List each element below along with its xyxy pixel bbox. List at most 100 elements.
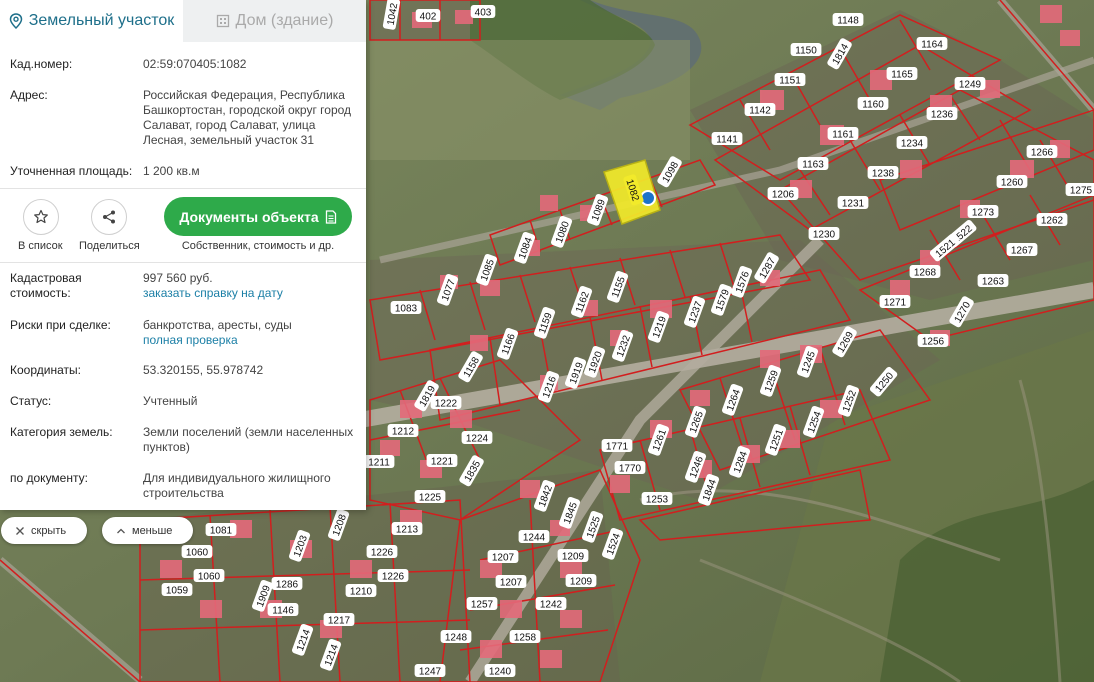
plot-label[interactable]: 1150 bbox=[790, 43, 822, 57]
plot-label[interactable]: 1275 bbox=[1065, 183, 1094, 197]
area-row: Уточненная площадь: 1 200 кв.м bbox=[0, 164, 366, 179]
plot-label[interactable]: 1271 bbox=[879, 295, 911, 309]
plot-label[interactable]: 1160 bbox=[857, 97, 889, 111]
info-panel: Земельный участок Дом (здание) Кад.номер… bbox=[0, 0, 366, 510]
plot-label[interactable]: 1081 bbox=[205, 523, 237, 537]
favorite-button[interactable] bbox=[23, 199, 59, 235]
cad-number-link[interactable]: 02:59:070405:1082 bbox=[143, 57, 356, 72]
tab-building-label: Дом (здание) bbox=[235, 12, 334, 29]
less-button[interactable]: меньше bbox=[102, 517, 193, 544]
plot-label-text: 1148 bbox=[837, 16, 859, 27]
plot-label[interactable]: 1248 bbox=[440, 630, 472, 644]
plot-label[interactable]: 1231 bbox=[837, 196, 869, 210]
plot-label[interactable]: 1059 bbox=[161, 583, 193, 597]
plot-label[interactable]: 1266 bbox=[1026, 145, 1058, 159]
plot-label[interactable]: 1226 bbox=[377, 569, 409, 583]
full-check-link[interactable]: полная проверка bbox=[143, 333, 356, 348]
plot-label[interactable]: 1212 bbox=[387, 424, 419, 438]
plot-label-text: 1234 bbox=[901, 139, 924, 150]
plot-label[interactable]: 1770 bbox=[614, 461, 646, 475]
plot-label[interactable]: 1224 bbox=[461, 431, 493, 445]
plot-label[interactable]: 1207 bbox=[495, 575, 527, 589]
plot-label[interactable]: 1213 bbox=[391, 522, 423, 536]
plot-label[interactable]: 1209 bbox=[565, 574, 597, 588]
plot-label[interactable]: 1226 bbox=[366, 545, 398, 559]
documents-button[interactable]: Документы объекта bbox=[164, 197, 352, 236]
plot-label[interactable]: 1242 bbox=[535, 597, 567, 611]
plot-label[interactable]: 1268 bbox=[909, 265, 941, 279]
plot-label[interactable]: 1258 bbox=[509, 630, 541, 644]
plot-label-text: 1059 bbox=[166, 586, 189, 597]
plot-label[interactable]: 1230 bbox=[808, 227, 840, 241]
plot-label[interactable]: 1141 bbox=[711, 132, 743, 146]
plot-label[interactable]: 1161 bbox=[827, 127, 859, 141]
close-icon bbox=[16, 526, 24, 535]
plot-label[interactable]: 1222 bbox=[430, 396, 462, 410]
plot-label-text: 1160 bbox=[862, 100, 884, 111]
cad-number-row: Кад.номер: 02:59:070405:1082 bbox=[0, 57, 366, 72]
plot-label[interactable]: 1146 bbox=[267, 603, 299, 617]
plot-label-text: 1212 bbox=[392, 427, 415, 438]
order-certificate-link[interactable]: заказать справку на дату bbox=[143, 286, 356, 301]
plot-label-text: 1268 bbox=[914, 268, 937, 279]
plot-label[interactable]: 1083 bbox=[390, 301, 422, 315]
plot-label[interactable]: 1142 bbox=[744, 103, 776, 117]
plot-label[interactable]: 1163 bbox=[797, 157, 829, 171]
plot-label[interactable]: 1207 bbox=[487, 550, 519, 564]
plot-label[interactable]: 1234 bbox=[896, 136, 928, 150]
documents-subtitle: Собственник, стоимость и др. bbox=[181, 240, 335, 252]
plot-label[interactable]: 403 bbox=[470, 5, 496, 19]
share-button[interactable] bbox=[91, 199, 127, 235]
favorite-label: В список bbox=[18, 240, 63, 252]
plot-label-text: 1142 bbox=[749, 106, 771, 117]
plot-label[interactable]: 1267 bbox=[1006, 243, 1038, 257]
tab-land-plot[interactable]: Земельный участок bbox=[0, 0, 183, 42]
status-label: Статус: bbox=[10, 394, 52, 408]
plot-label[interactable]: 1253 bbox=[641, 492, 673, 506]
plot-label-text: 1236 bbox=[931, 110, 954, 121]
plot-label[interactable]: 1236 bbox=[926, 107, 958, 121]
plot-label-text: 1271 bbox=[884, 298, 907, 309]
plot-label-text: 1146 bbox=[272, 606, 294, 617]
tab-building[interactable]: Дом (здание) bbox=[183, 0, 366, 42]
plot-label[interactable]: 1209 bbox=[557, 549, 589, 563]
status-row: Статус: Учтенный bbox=[0, 394, 366, 409]
plot-label[interactable]: 1164 bbox=[916, 37, 948, 51]
plot-label[interactable]: 1249 bbox=[954, 77, 986, 91]
plot-label-text: 1257 bbox=[471, 600, 494, 611]
plot-label[interactable]: 1260 bbox=[996, 175, 1028, 189]
plot-label-text: 1081 bbox=[210, 526, 233, 537]
cad-number-label: Кад.номер: bbox=[10, 57, 73, 71]
by-document-value: Для индивидуального жилищного строительс… bbox=[143, 471, 331, 500]
plot-label[interactable]: 1221 bbox=[426, 454, 458, 468]
plot-label[interactable]: 1263 bbox=[977, 274, 1009, 288]
plot-label[interactable]: 1217 bbox=[323, 613, 355, 627]
plot-label[interactable]: 1257 bbox=[466, 597, 498, 611]
plot-label[interactable]: 1240 bbox=[484, 664, 516, 678]
plot-label[interactable]: 1060 bbox=[181, 545, 213, 559]
plot-label[interactable]: 1211 bbox=[363, 455, 395, 469]
plot-label[interactable]: 1256 bbox=[917, 334, 949, 348]
plot-label-text: 1275 bbox=[1070, 186, 1093, 197]
plot-label[interactable]: 1060 bbox=[193, 569, 225, 583]
plot-label[interactable]: 1148 bbox=[832, 13, 864, 27]
plot-label[interactable]: 1151 bbox=[774, 73, 806, 87]
plot-label[interactable]: 1210 bbox=[345, 584, 377, 598]
plot-label[interactable]: 1165 bbox=[886, 67, 918, 81]
by-document-label: по документу: bbox=[10, 471, 88, 485]
plot-label-text: 1770 bbox=[619, 464, 642, 475]
location-marker[interactable] bbox=[640, 190, 656, 206]
plot-label[interactable]: 1225 bbox=[414, 490, 446, 504]
plot-label[interactable]: 1286 bbox=[271, 577, 303, 591]
hide-button[interactable]: скрыть bbox=[1, 517, 87, 544]
plot-label-text: 1206 bbox=[772, 190, 795, 201]
plot-label[interactable]: 1244 bbox=[518, 530, 550, 544]
plot-label[interactable]: 1771 bbox=[601, 439, 633, 453]
plot-label[interactable]: 1238 bbox=[867, 166, 899, 180]
category-value: Земли поселений (земли населенных пункто… bbox=[143, 425, 354, 454]
plot-label[interactable]: 1206 bbox=[767, 187, 799, 201]
plot-label[interactable]: 1273 bbox=[967, 205, 999, 219]
plot-label[interactable]: 1247 bbox=[414, 664, 446, 678]
plot-label[interactable]: 1262 bbox=[1036, 213, 1068, 227]
plot-label[interactable]: 402 bbox=[415, 9, 441, 23]
